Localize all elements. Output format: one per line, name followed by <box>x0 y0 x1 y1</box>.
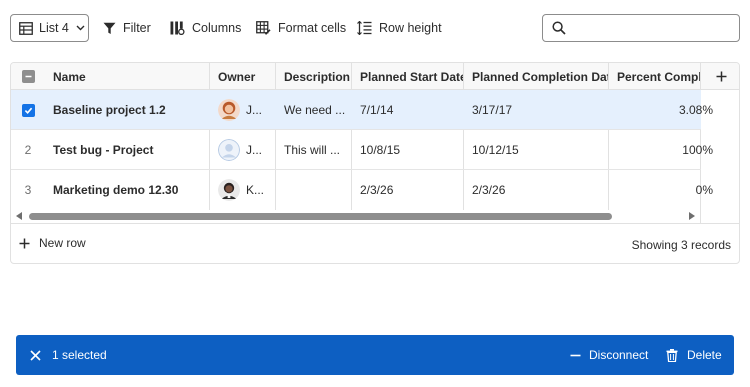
description-cell[interactable]: This will ... <box>276 130 351 170</box>
planned-completion-cell[interactable]: 2/3/26 <box>464 170 608 210</box>
column-header-description[interactable]: Description <box>276 63 351 90</box>
list-picker-label: List 4 <box>39 21 69 35</box>
columns-button[interactable]: Columns <box>170 14 241 42</box>
select-all-cell[interactable] <box>11 63 45 90</box>
horizontal-scrollbar[interactable] <box>11 210 701 222</box>
scroll-right-icon[interactable] <box>689 212 695 220</box>
percent-complete-cell[interactable]: 100% <box>609 130 713 170</box>
minus-icon <box>570 354 581 356</box>
scroll-left-icon[interactable] <box>16 212 22 220</box>
planned-start-cell[interactable]: 2/3/26 <box>352 170 463 210</box>
row-checkbox[interactable] <box>21 103 35 117</box>
selection-action-bar: 1 selected Disconnect Delete <box>16 335 734 375</box>
planned-completion-cell[interactable]: 10/12/15 <box>464 130 608 170</box>
search-input[interactable] <box>573 18 733 38</box>
planned-start-cell[interactable]: 7/1/14 <box>352 90 463 130</box>
new-row-label: New row <box>39 236 86 250</box>
description-cell[interactable]: We need ... <box>276 90 351 130</box>
search-icon <box>552 21 566 35</box>
owner-cell[interactable]: J... <box>210 90 275 130</box>
owner-name: J... <box>246 143 263 157</box>
columns-label: Columns <box>192 21 242 35</box>
filter-button[interactable]: Filter <box>103 14 151 42</box>
owner-cell[interactable]: J... <box>210 130 275 170</box>
columns-icon <box>170 21 185 35</box>
table-row[interactable]: 3 Marketing demo 12.30 K... 2/3/26 2/3/2… <box>11 170 713 210</box>
row-height-label: Row height <box>379 21 442 35</box>
chevron-down-icon <box>76 25 85 31</box>
record-count: Showing 3 records <box>631 238 731 252</box>
grid-header: Name Owner Description Planned Start Dat… <box>11 63 739 90</box>
row-height-button[interactable]: Row height <box>357 14 442 42</box>
plus-icon <box>716 71 726 82</box>
selected-count-label: 1 selected <box>52 348 107 362</box>
planned-completion-cell[interactable]: 3/17/17 <box>464 90 608 130</box>
avatar <box>218 179 240 201</box>
plus-icon <box>19 238 30 248</box>
delete-button[interactable]: Delete <box>666 335 722 375</box>
new-row-button[interactable]: New row <box>19 236 86 250</box>
owner-name: K... <box>246 183 265 197</box>
planned-start-cell[interactable]: 10/8/15 <box>352 130 463 170</box>
scrollbar-thumb[interactable] <box>29 213 612 220</box>
toolbar: List 4 Filter Columns Format cells Row h… <box>10 14 740 42</box>
grid-footer: New row Showing 3 records <box>11 223 739 263</box>
owner-cell[interactable]: K... <box>210 170 275 210</box>
format-cells-icon <box>256 21 271 35</box>
filter-icon <box>103 22 116 34</box>
name-cell[interactable]: Test bug - Project <box>45 130 209 170</box>
clear-selection-button[interactable]: 1 selected <box>30 335 107 375</box>
percent-complete-cell[interactable]: 3.08% <box>609 90 713 130</box>
add-column-button[interactable] <box>701 63 739 90</box>
format-cells-label: Format cells <box>278 21 347 35</box>
filter-label: Filter <box>123 21 151 35</box>
close-icon <box>30 349 41 361</box>
row-number: 2 <box>24 143 32 157</box>
disconnect-button[interactable]: Disconnect <box>570 335 648 375</box>
column-header-planned-start[interactable]: Planned Start Date <box>352 63 463 90</box>
trash-icon <box>666 348 678 362</box>
row-height-icon <box>357 21 372 35</box>
column-header-planned-completion[interactable]: Planned Completion Date <box>464 63 608 90</box>
select-all-checkbox[interactable] <box>21 70 35 83</box>
row-number: 3 <box>24 183 32 197</box>
row-select-cell[interactable] <box>11 90 45 130</box>
table-row[interactable]: Baseline project 1.2 J... We need ... 7/… <box>11 90 713 130</box>
name-cell[interactable]: Marketing demo 12.30 <box>45 170 209 210</box>
column-header-percent-complete[interactable]: Percent Complet <box>609 63 701 90</box>
description-cell[interactable] <box>276 170 351 210</box>
list-picker-button[interactable]: List 4 <box>10 14 89 42</box>
format-cells-button[interactable]: Format cells <box>256 14 346 42</box>
delete-label: Delete <box>687 348 722 362</box>
table-row[interactable]: 2 Test bug - Project J... This will ... … <box>11 130 713 170</box>
name-cell[interactable]: Baseline project 1.2 <box>45 90 209 130</box>
data-grid: Name Owner Description Planned Start Dat… <box>10 62 740 264</box>
search-box <box>542 14 740 42</box>
avatar <box>218 99 240 121</box>
percent-complete-cell[interactable]: 0% <box>609 170 713 210</box>
disconnect-label: Disconnect <box>589 348 649 362</box>
column-header-owner[interactable]: Owner <box>210 63 275 90</box>
column-header-name[interactable]: Name <box>45 63 209 90</box>
checkmark-icon <box>24 107 32 114</box>
minus-icon <box>25 75 31 78</box>
owner-name: J... <box>246 103 263 117</box>
table-icon <box>19 21 33 35</box>
avatar <box>218 139 240 161</box>
